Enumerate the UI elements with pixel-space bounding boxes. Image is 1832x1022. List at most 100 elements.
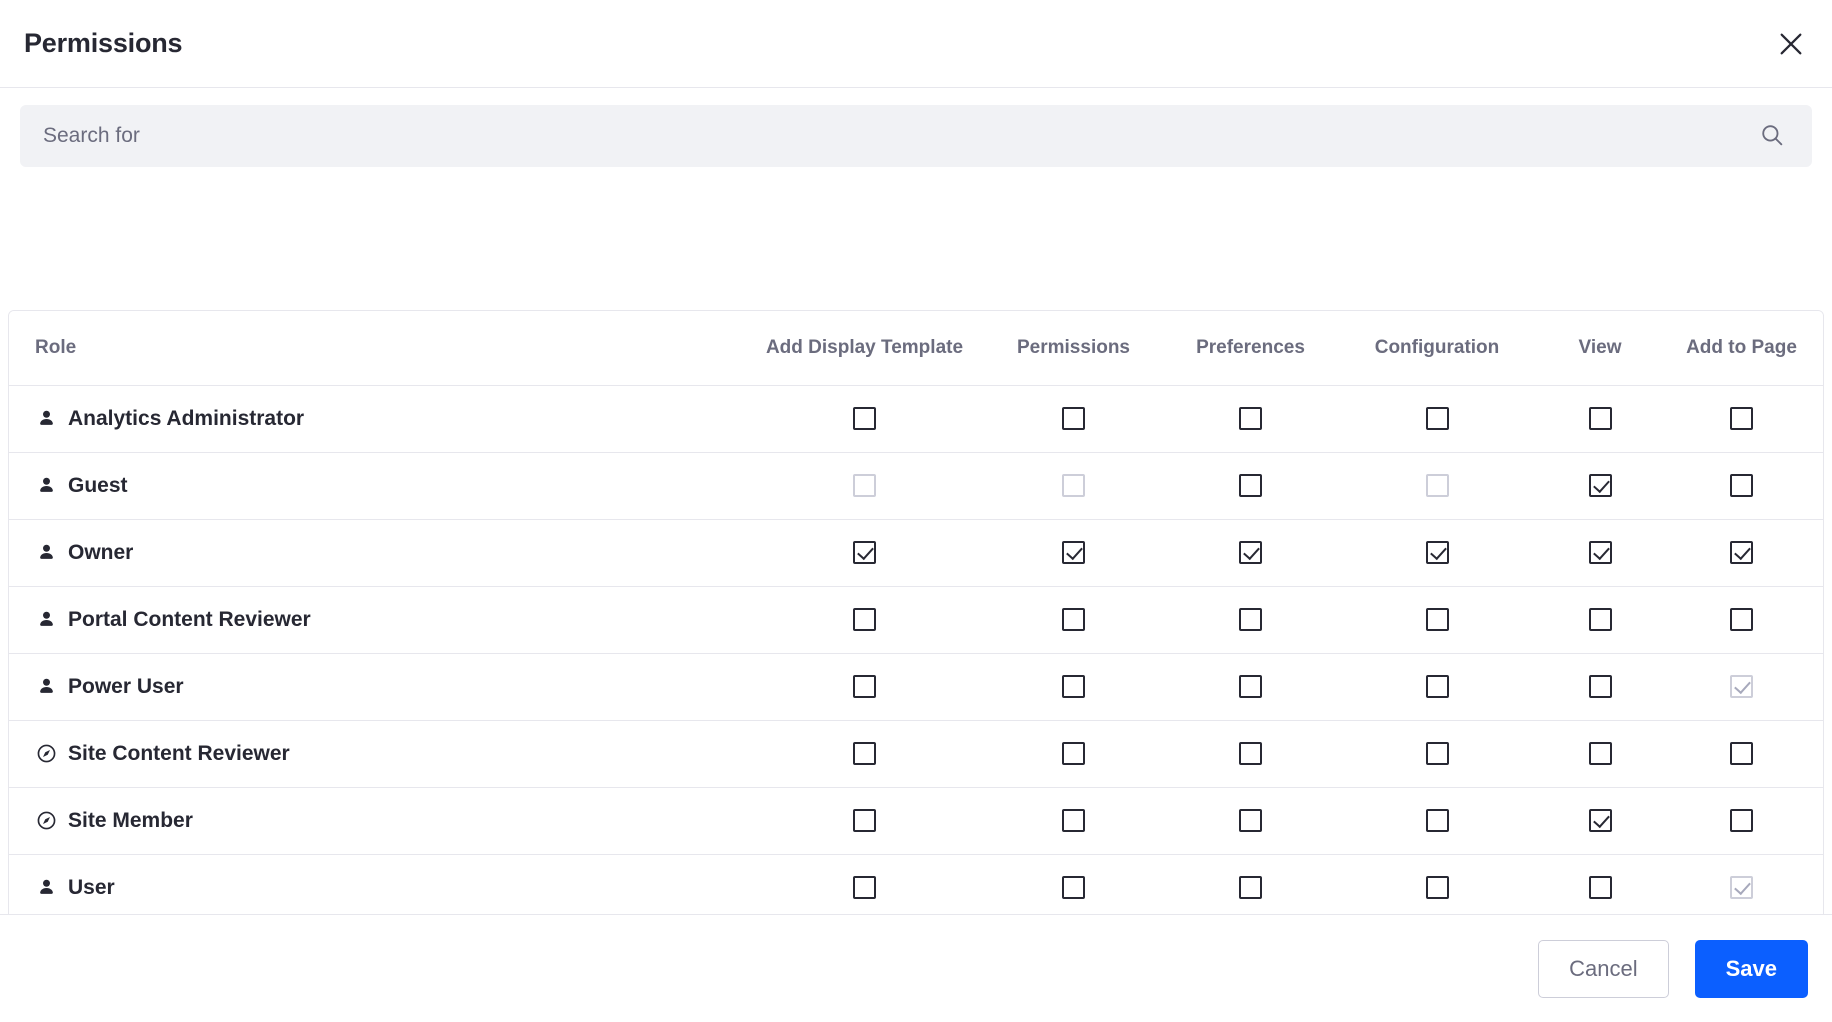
- permission-cell: [1167, 519, 1334, 587]
- permission-cell: [1660, 586, 1823, 654]
- permission-checkbox[interactable]: [1588, 541, 1612, 564]
- role-name: User: [68, 875, 115, 899]
- permission-checkbox[interactable]: [1239, 742, 1262, 765]
- permission-checkbox[interactable]: [1425, 608, 1449, 631]
- role-cell: Portal Content Reviewer: [9, 586, 749, 654]
- permission-checkbox[interactable]: [1239, 474, 1262, 497]
- permission-cell: [1660, 787, 1823, 855]
- permission-cell: [1660, 385, 1823, 453]
- table-row: Owner: [9, 519, 1823, 587]
- modal-body: Role Add Display Template Permissions Pr…: [0, 88, 1832, 914]
- column-header-permissions: Permissions: [980, 311, 1167, 386]
- permission-cell: [1167, 385, 1334, 453]
- permission-cell: [749, 787, 980, 855]
- permission-checkbox[interactable]: [1730, 407, 1753, 430]
- permission-cell: [1334, 787, 1540, 855]
- permission-cell: [1167, 720, 1334, 788]
- permission-checkbox[interactable]: [1062, 876, 1085, 899]
- permission-cell: [749, 653, 980, 721]
- permission-checkbox[interactable]: [1730, 742, 1753, 765]
- permission-cell: [1334, 519, 1540, 587]
- permission-checkbox[interactable]: [1588, 742, 1612, 765]
- permission-cell: [1334, 452, 1540, 520]
- permission-checkbox[interactable]: [1730, 474, 1753, 497]
- table-header: Role Add Display Template Permissions Pr…: [9, 311, 1823, 386]
- permission-checkbox[interactable]: [1425, 876, 1449, 899]
- permission-cell: [980, 519, 1167, 587]
- permission-checkbox[interactable]: [853, 876, 876, 899]
- permission-checkbox[interactable]: [1425, 407, 1449, 430]
- permission-checkbox[interactable]: [1062, 407, 1085, 430]
- permission-cell: [1540, 653, 1660, 721]
- search-input[interactable]: [43, 106, 1755, 166]
- permission-cell: [1660, 519, 1823, 587]
- permission-cell: [1540, 854, 1660, 914]
- table-row: Portal Content Reviewer: [9, 586, 1823, 654]
- permission-checkbox[interactable]: [1588, 608, 1612, 631]
- permission-checkbox[interactable]: [1239, 809, 1262, 832]
- permission-checkbox[interactable]: [1588, 809, 1612, 832]
- permission-checkbox[interactable]: [1730, 608, 1753, 631]
- permission-checkbox[interactable]: [853, 742, 876, 765]
- permission-checkbox[interactable]: [1425, 541, 1449, 564]
- permission-checkbox[interactable]: [1062, 742, 1085, 765]
- permission-checkbox: [1062, 474, 1085, 497]
- permission-checkbox[interactable]: [1730, 809, 1753, 832]
- permission-checkbox[interactable]: [853, 407, 876, 430]
- permission-checkbox[interactable]: [853, 541, 876, 564]
- permission-checkbox: [1730, 876, 1753, 899]
- permission-checkbox[interactable]: [1588, 474, 1612, 497]
- user-icon: [35, 676, 57, 698]
- permission-checkbox[interactable]: [1239, 608, 1262, 631]
- permission-cell: [749, 385, 980, 453]
- permission-cell: [980, 452, 1167, 520]
- permission-cell: [1660, 854, 1823, 914]
- permission-cell: [1660, 720, 1823, 788]
- permission-cell: [1660, 452, 1823, 520]
- column-header-preferences: Preferences: [1167, 311, 1334, 386]
- role-cell: Site Content Reviewer: [9, 720, 749, 788]
- permission-checkbox[interactable]: [1588, 675, 1612, 698]
- permission-checkbox[interactable]: [1062, 809, 1085, 832]
- column-header-add-to-page: Add to Page: [1660, 311, 1823, 386]
- search-button[interactable]: [1755, 119, 1789, 153]
- permission-checkbox[interactable]: [1239, 675, 1262, 698]
- role-name: Site Content Reviewer: [68, 741, 290, 765]
- permission-cell: [1334, 586, 1540, 654]
- permission-cell: [1167, 586, 1334, 654]
- permission-cell: [1334, 385, 1540, 453]
- permission-checkbox[interactable]: [1062, 608, 1085, 631]
- permission-checkbox[interactable]: [1730, 541, 1753, 564]
- close-icon: [1777, 30, 1805, 58]
- column-header-configuration: Configuration: [1334, 311, 1540, 386]
- role-cell: Analytics Administrator: [9, 385, 749, 453]
- modal-header: Permissions: [0, 0, 1832, 88]
- compass-icon: [35, 810, 57, 832]
- user-icon: [35, 475, 57, 497]
- permission-checkbox[interactable]: [853, 608, 876, 631]
- permission-checkbox[interactable]: [1062, 541, 1085, 564]
- permission-checkbox[interactable]: [1062, 675, 1085, 698]
- save-button[interactable]: Save: [1694, 939, 1808, 998]
- column-header-view: View: [1540, 311, 1660, 386]
- permission-checkbox[interactable]: [1239, 876, 1262, 899]
- permission-checkbox[interactable]: [853, 809, 876, 832]
- permission-checkbox[interactable]: [1425, 675, 1449, 698]
- compass-icon: [35, 743, 57, 765]
- permission-checkbox[interactable]: [1425, 742, 1449, 765]
- permission-checkbox[interactable]: [853, 675, 876, 698]
- user-icon: [35, 877, 57, 899]
- user-icon: [35, 542, 57, 564]
- permission-checkbox[interactable]: [1239, 541, 1262, 564]
- cancel-button[interactable]: Cancel: [1538, 939, 1669, 998]
- permission-checkbox[interactable]: [1588, 407, 1612, 430]
- table-row: Power User: [9, 653, 1823, 721]
- permissions-table-scroll[interactable]: Role Add Display Template Permissions Pr…: [8, 310, 1824, 914]
- permission-checkbox[interactable]: [1239, 407, 1262, 430]
- permission-checkbox[interactable]: [1588, 876, 1612, 899]
- column-header-add-display-template: Add Display Template: [749, 311, 980, 386]
- permission-checkbox[interactable]: [1425, 809, 1449, 832]
- search-field[interactable]: [20, 105, 1812, 167]
- role-name: Owner: [68, 540, 134, 564]
- close-button[interactable]: [1768, 21, 1814, 67]
